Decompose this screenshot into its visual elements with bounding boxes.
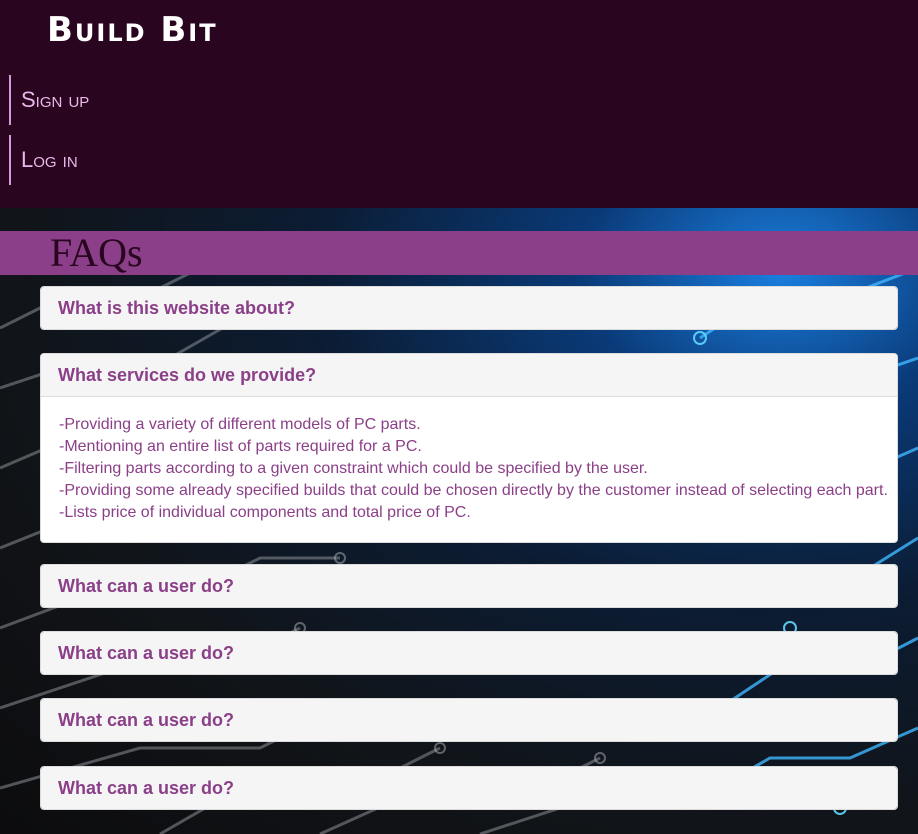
faq-panel: What is this website about? — [40, 286, 898, 330]
faq-question[interactable]: What can a user do? — [41, 767, 897, 809]
faq-question[interactable]: What is this website about? — [41, 287, 897, 329]
faq-panel-expanded: What services do we provide? -Providing … — [40, 353, 898, 543]
faq-panel: What can a user do? — [40, 766, 898, 810]
nav-sign-up-link[interactable]: Sign up — [9, 75, 209, 125]
faq-panel: What can a user do? — [40, 564, 898, 608]
faq-question[interactable]: What can a user do? — [41, 699, 897, 741]
faq-question[interactable]: What services do we provide? — [41, 354, 897, 397]
faq-answer-line: -Providing some already specified builds… — [59, 482, 888, 499]
faq-answer-line: -Filtering parts according to a given co… — [59, 460, 648, 477]
faq-answer-line: -Lists price of individual components an… — [59, 504, 471, 521]
faq-answer-line: -Providing a variety of different models… — [59, 416, 421, 433]
nav-log-in-link[interactable]: Log in — [9, 135, 209, 185]
faq-question[interactable]: What can a user do? — [41, 632, 897, 674]
page-title: FAQs — [50, 230, 143, 275]
faq-answer: -Providing a variety of different models… — [41, 397, 897, 542]
faq-answer-line: -Mentioning an entire list of parts requ… — [59, 438, 422, 455]
faq-panel: What can a user do? — [40, 698, 898, 742]
site-header: Build Bit Sign up Log in — [0, 0, 918, 208]
faq-panel: What can a user do? — [40, 631, 898, 675]
faq-question[interactable]: What can a user do? — [41, 565, 897, 607]
site-logo[interactable]: Build Bit — [47, 10, 218, 50]
faq-title-bar: FAQs — [0, 231, 918, 275]
